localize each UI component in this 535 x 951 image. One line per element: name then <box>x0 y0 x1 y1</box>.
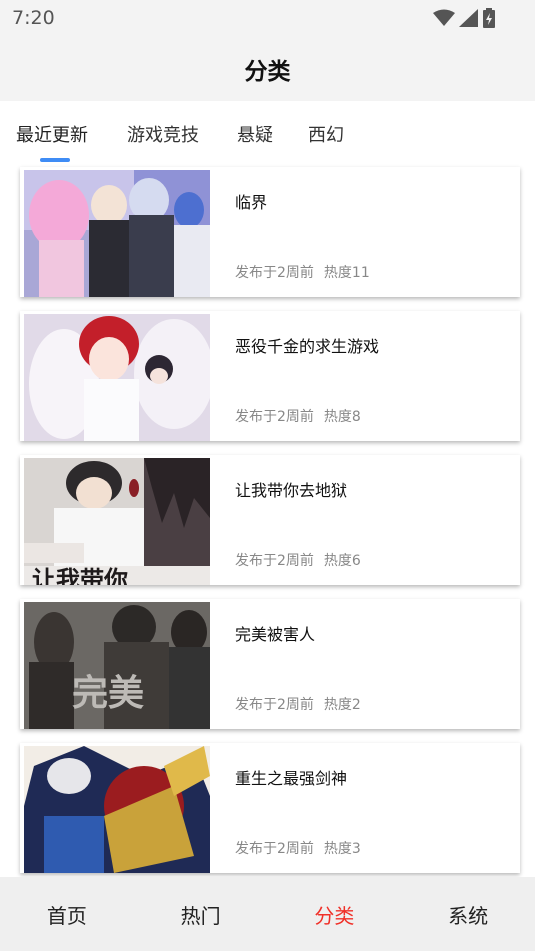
page-title: 分类 <box>244 58 291 85</box>
comic-cover <box>24 746 210 873</box>
wifi-icon <box>433 9 455 26</box>
comic-cover <box>24 170 210 297</box>
category-tabs: 最近更新 游戏竞技 悬疑 西幻 <box>0 101 535 163</box>
bottom-nav: 首页 热门 分类 系统 <box>0 877 535 951</box>
comic-meta: 发布于2周前 热度8 <box>235 406 361 426</box>
battery-icon <box>483 8 495 28</box>
heat-count: 热度3 <box>323 841 361 857</box>
nav-category[interactable]: 分类 <box>268 877 402 951</box>
heat-count: 热度8 <box>323 409 361 425</box>
comic-meta: 发布于2周前 热度3 <box>235 838 361 858</box>
list-item[interactable]: 重生之最强剑神 发布于2周前 热度3 <box>20 743 520 873</box>
comic-title: 恶役千金的求生游戏 <box>235 337 380 356</box>
app-header: 分类 <box>0 36 535 101</box>
comic-title: 让我带你去地狱 <box>235 481 348 500</box>
list-item[interactable]: 让我带你 让我带你去地狱 发布于2周前 热度6 <box>20 455 520 585</box>
comic-meta: 发布于2周前 热度2 <box>235 694 361 714</box>
nav-home[interactable]: 首页 <box>0 877 134 951</box>
list-item[interactable]: 完美 完美被害人 发布于2周前 热度2 <box>20 599 520 729</box>
comic-title: 完美被害人 <box>235 625 316 644</box>
published-time: 发布于2周前 <box>235 265 314 281</box>
list-item[interactable]: 临界 发布于2周前 热度11 <box>20 167 520 297</box>
comic-meta: 发布于2周前 热度6 <box>235 550 361 570</box>
cover-text: 让我带你 <box>32 566 128 585</box>
status-bar: 7:20 <box>0 0 535 36</box>
comic-list: 临界 发布于2周前 热度11 恶役千金的求生游戏 发布于2周前 热度8 让我带你… <box>0 163 535 877</box>
tab-western-fantasy[interactable]: 西幻 <box>308 121 344 147</box>
comic-cover: 让我带你 <box>24 458 210 585</box>
published-time: 发布于2周前 <box>235 409 314 425</box>
comic-meta: 发布于2周前 热度11 <box>235 262 370 282</box>
tab-recent-updates[interactable]: 最近更新 <box>16 121 88 147</box>
status-time: 7:20 <box>12 7 55 29</box>
comic-cover: 完美 <box>24 602 210 729</box>
comic-title: 临界 <box>235 193 268 212</box>
nav-hot[interactable]: 热门 <box>134 877 268 951</box>
published-time: 发布于2周前 <box>235 841 314 857</box>
tab-gaming[interactable]: 游戏竞技 <box>127 121 199 147</box>
published-time: 发布于2周前 <box>235 697 314 713</box>
signal-icon <box>459 9 478 27</box>
published-time: 发布于2周前 <box>235 553 314 569</box>
active-tab-indicator <box>40 158 70 162</box>
list-item[interactable]: 恶役千金的求生游戏 发布于2周前 热度8 <box>20 311 520 441</box>
nav-system[interactable]: 系统 <box>401 877 535 951</box>
comic-cover <box>24 314 210 441</box>
heat-count: 热度2 <box>323 697 361 713</box>
cover-text: 完美 <box>72 673 145 714</box>
heat-count: 热度11 <box>323 265 370 281</box>
heat-count: 热度6 <box>323 553 361 569</box>
status-icons <box>433 8 495 28</box>
comic-title: 重生之最强剑神 <box>235 769 348 788</box>
tab-suspense[interactable]: 悬疑 <box>237 121 273 147</box>
